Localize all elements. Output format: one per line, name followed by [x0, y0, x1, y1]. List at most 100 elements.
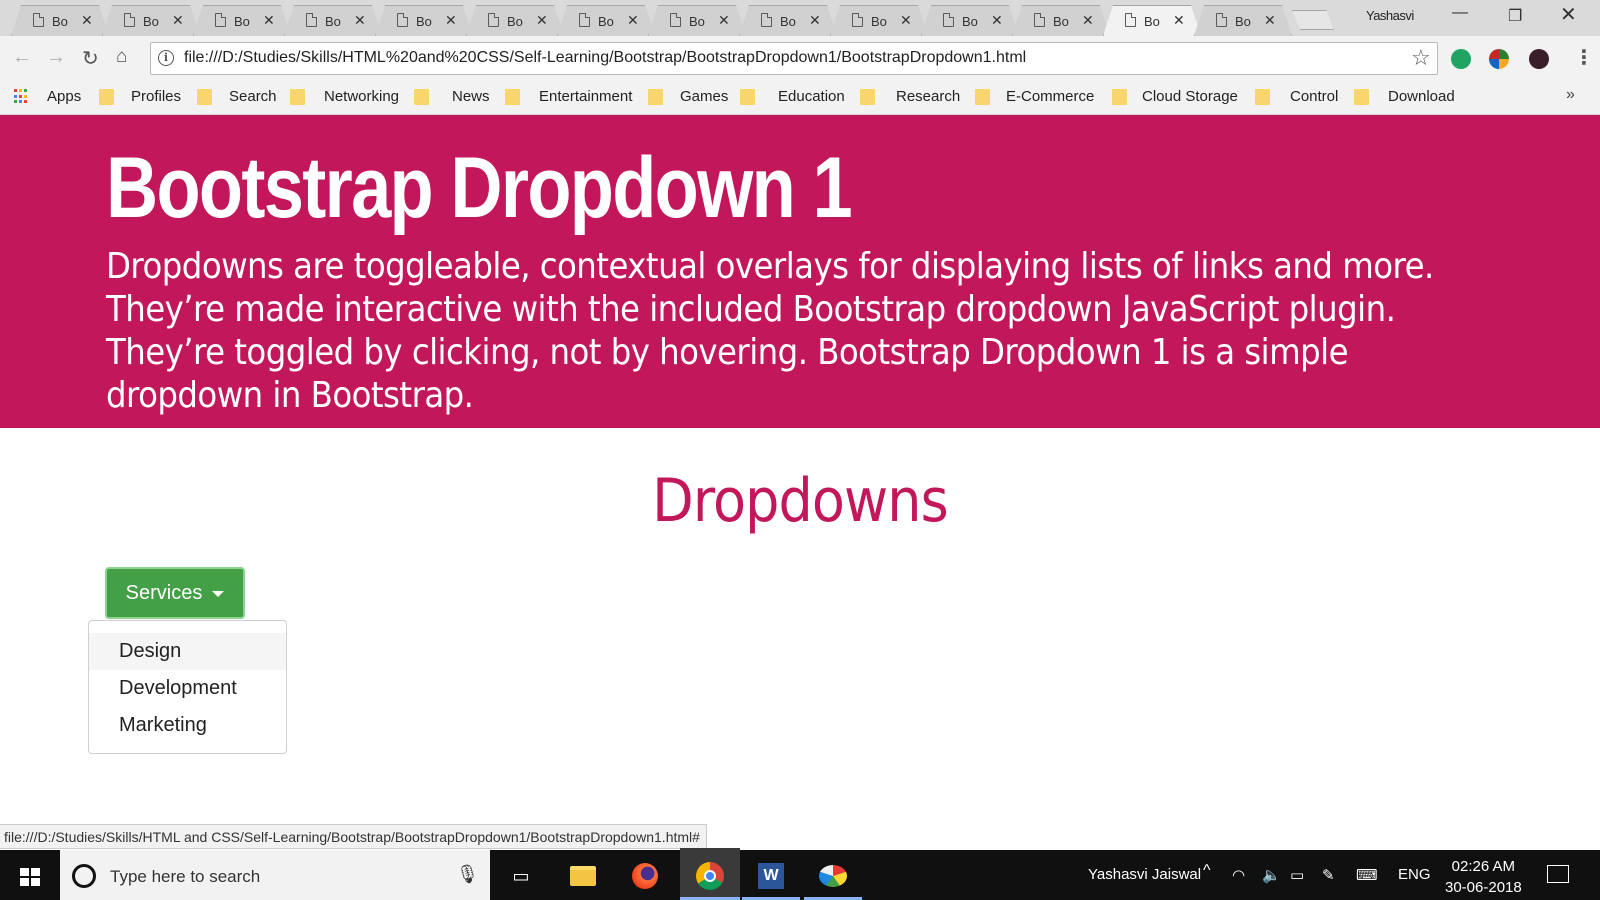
url-text[interactable]: file:///D:/Studies/Skills/HTML%20and%20C… [184, 49, 1026, 67]
browser-tab[interactable]: Bo ✕ [648, 5, 746, 36]
bookmark-folder[interactable]: Download [1388, 88, 1455, 105]
document-icon [579, 13, 590, 27]
profile-name[interactable]: Yashasvi [1366, 8, 1414, 23]
close-tab-icon[interactable]: ✕ [900, 12, 912, 29]
browser-tab[interactable]: Bo ✕ [284, 5, 382, 36]
reload-icon[interactable]: ↻ [82, 46, 99, 71]
clock[interactable]: 02:26 AM 30-06-2018 [1445, 856, 1522, 898]
taskbar-search-placeholder[interactable]: Type here to search [110, 867, 260, 887]
bookmark-folder[interactable]: Research [896, 88, 960, 105]
profile-avatar-icon[interactable] [1529, 49, 1549, 69]
dropdown-item-design[interactable]: Design [89, 633, 286, 670]
notifications-icon[interactable] [1547, 865, 1569, 883]
bookmark-folder[interactable]: Control [1290, 88, 1338, 105]
bookmark-folder[interactable]: News [452, 88, 490, 105]
browser-tab[interactable]: Bo ✕ [557, 5, 655, 36]
browser-tab[interactable]: Bo ✕ [1012, 5, 1110, 36]
bookmark-folder[interactable]: Cloud Storage [1142, 88, 1238, 105]
firefox-icon[interactable] [627, 858, 663, 894]
document-icon [124, 13, 135, 27]
browser-tab[interactable]: Bo ✕ [830, 5, 928, 36]
browser-tab[interactable]: Bo ✕ [1194, 5, 1292, 36]
file-explorer-icon[interactable] [565, 858, 601, 894]
taskbar-user-name[interactable]: Yashasvi Jaiswal [1088, 866, 1201, 883]
info-icon[interactable]: i [158, 50, 174, 66]
grammarly-extension-icon[interactable] [1451, 49, 1471, 69]
close-tab-icon[interactable]: ✕ [445, 12, 457, 29]
close-tab-icon[interactable]: ✕ [172, 12, 184, 29]
bookmark-folder[interactable]: Games [680, 88, 728, 105]
document-icon [33, 13, 44, 27]
close-tab-icon[interactable]: ✕ [263, 12, 275, 29]
dropdown-button-label: Services [125, 581, 203, 604]
show-hidden-icons[interactable]: ^ [1203, 862, 1211, 880]
chrome-icon[interactable] [692, 858, 728, 894]
browser-tab[interactable]: Bo ✕ [466, 5, 564, 36]
document-icon [1034, 13, 1045, 27]
close-window-icon[interactable]: ✕ [1560, 2, 1577, 27]
bookmark-apps[interactable]: Apps [47, 88, 81, 105]
dropdown-menu: Design Development Marketing [88, 620, 287, 754]
bookmark-folder[interactable]: Education [778, 88, 845, 105]
browser-tab[interactable]: Bo ✕ [1103, 5, 1201, 36]
document-icon [215, 13, 226, 27]
close-tab-icon[interactable]: ✕ [536, 12, 548, 29]
dropdown-item-development[interactable]: Development [89, 670, 286, 707]
battery-icon[interactable]: ▭ [1290, 866, 1304, 884]
browser-tab[interactable]: Bo ✕ [375, 5, 473, 36]
windows-start-icon[interactable] [20, 868, 40, 886]
cortana-icon[interactable] [72, 864, 96, 888]
language-indicator[interactable]: ENG [1398, 866, 1431, 883]
close-tab-icon[interactable]: ✕ [1264, 12, 1276, 29]
browser-tab[interactable]: Bo ✕ [193, 5, 291, 36]
paint-icon[interactable] [815, 858, 851, 894]
bookmark-folder[interactable]: Profiles [131, 88, 181, 105]
tab-title: Bo [780, 14, 796, 29]
back-icon[interactable]: ← [12, 46, 32, 69]
extension-icon[interactable] [1489, 49, 1509, 69]
document-icon [306, 13, 317, 27]
bookmark-folder[interactable]: E-Commerce [1006, 88, 1094, 105]
pen-icon[interactable]: ✎ [1322, 866, 1335, 884]
close-tab-icon[interactable]: ✕ [718, 12, 730, 29]
close-tab-icon[interactable]: ✕ [627, 12, 639, 29]
document-icon [852, 13, 863, 27]
browser-tab[interactable]: Bo ✕ [102, 5, 200, 36]
bookmark-folder[interactable]: Search [229, 88, 277, 105]
page-title: Bootstrap Dropdown 1 [106, 140, 853, 236]
task-view-icon[interactable]: ▭ [503, 858, 539, 894]
forward-icon[interactable]: → [46, 46, 66, 69]
folder-icon [975, 89, 990, 105]
minimize-icon[interactable]: — [1452, 4, 1468, 22]
clock-time: 02:26 AM [1451, 858, 1516, 875]
close-tab-icon[interactable]: ✕ [991, 12, 1003, 29]
apps-icon[interactable] [14, 89, 29, 104]
bookmark-folder[interactable]: Networking [324, 88, 399, 105]
services-dropdown-button[interactable]: Services [105, 567, 245, 619]
page-description: Dropdowns are toggleable, contextual ove… [106, 246, 1434, 416]
browser-tab[interactable]: Bo ✕ [739, 5, 837, 36]
folder-icon [860, 89, 875, 105]
close-tab-icon[interactable]: ✕ [81, 12, 93, 29]
close-tab-icon[interactable]: ✕ [1082, 12, 1094, 29]
bookmark-star-icon[interactable]: ☆ [1411, 45, 1431, 71]
microphone-icon[interactable]: 🎙 [456, 864, 479, 885]
volume-icon[interactable]: 🔈 [1262, 866, 1281, 884]
close-tab-icon[interactable]: ✕ [1173, 12, 1185, 29]
browser-tab[interactable]: Bo ✕ [921, 5, 1019, 36]
more-bookmarks-icon[interactable]: » [1566, 86, 1575, 104]
close-tab-icon[interactable]: ✕ [354, 12, 366, 29]
restore-icon[interactable]: ❐ [1508, 6, 1522, 26]
bookmark-folder[interactable]: Entertainment [539, 88, 632, 105]
wifi-icon[interactable]: ◠ [1232, 866, 1245, 884]
menu-icon[interactable]: ⋮ [1574, 45, 1594, 70]
home-icon[interactable]: ⌂ [116, 46, 127, 68]
tab-title: Bo [1053, 14, 1069, 29]
close-tab-icon[interactable]: ✕ [809, 12, 821, 29]
dropdown-item-marketing[interactable]: Marketing [89, 707, 286, 744]
tab-title: Bo [1235, 14, 1251, 29]
folder-icon [1112, 89, 1127, 105]
keyboard-icon[interactable]: ⌨ [1356, 866, 1378, 884]
word-icon[interactable]: W [753, 858, 789, 894]
browser-tab[interactable]: Bo ✕ [11, 5, 109, 36]
